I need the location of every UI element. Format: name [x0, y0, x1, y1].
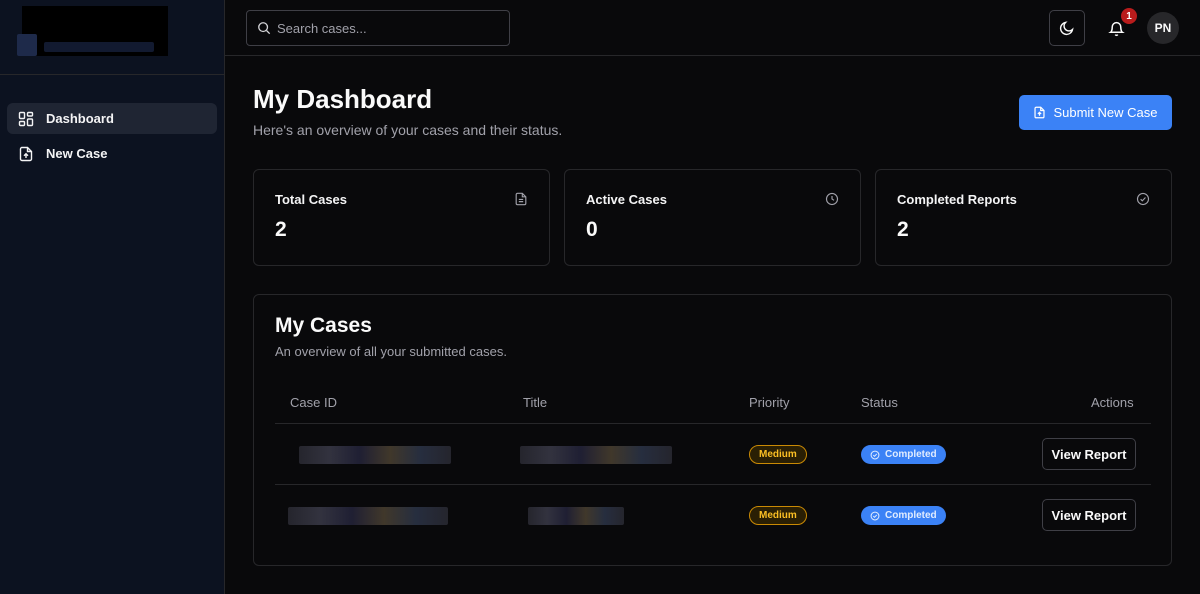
column-header-status[interactable]: Status: [861, 395, 898, 410]
view-report-button[interactable]: View Report: [1042, 438, 1136, 470]
logo-text-redacted: [44, 42, 154, 52]
priority-badge: Medium: [749, 506, 807, 525]
stat-value: 2: [275, 218, 287, 241]
priority-badge: Medium: [749, 445, 807, 464]
sidebar: Dashboard New Case: [0, 0, 225, 594]
status-label: Completed: [885, 449, 937, 460]
search-box[interactable]: [246, 10, 510, 46]
moon-icon: [1059, 21, 1074, 36]
column-header-title[interactable]: Title: [523, 395, 547, 410]
status-badge: Completed: [861, 506, 946, 525]
check-circle-icon: [870, 511, 880, 520]
check-circle-icon: [870, 450, 880, 459]
sidebar-logo-area: [0, 0, 224, 75]
stat-value: 2: [897, 218, 909, 241]
stat-label: Active Cases: [586, 192, 667, 207]
stat-label: Total Cases: [275, 192, 348, 207]
column-header-actions: Actions: [1091, 395, 1134, 410]
table-header: Case ID Title Priority Status Actions: [275, 381, 1151, 424]
search-icon: [258, 22, 271, 35]
sidebar-item-label: Dashboard: [46, 111, 114, 126]
document-icon: [514, 192, 528, 206]
case-title-redacted: [520, 446, 672, 464]
stat-label: Completed Reports: [897, 192, 1017, 207]
table-row[interactable]: Medium Completed View Report: [275, 485, 1151, 546]
stat-value: 0: [586, 218, 598, 241]
topbar: 1 PN: [225, 0, 1200, 56]
app-root: Dashboard New Case Search cases... 1 PN …: [0, 0, 1200, 594]
status-badge: Completed: [861, 445, 946, 464]
theme-toggle-button[interactable]: [1049, 10, 1085, 46]
notification-badge: 1: [1121, 8, 1137, 24]
column-header-case-id[interactable]: Case ID: [290, 395, 337, 410]
case-id-redacted: [288, 507, 448, 525]
case-id-redacted: [299, 446, 451, 464]
cases-title: My Cases: [275, 314, 372, 337]
sidebar-item-dashboard[interactable]: Dashboard: [7, 103, 217, 134]
file-upload-icon: [1034, 106, 1046, 119]
sidebar-item-label: New Case: [46, 146, 108, 161]
stat-card-active-cases: Active Cases 0: [564, 169, 861, 266]
clock-icon: [825, 192, 839, 206]
logo-icon: [17, 34, 37, 56]
submit-button-label: Submit New Case: [1053, 105, 1158, 120]
status-label: Completed: [885, 510, 937, 521]
cases-subtitle: An overview of all your submitted cases.: [275, 344, 507, 359]
stat-card-total-cases: Total Cases 2: [253, 169, 550, 266]
column-header-priority[interactable]: Priority: [749, 395, 789, 410]
submit-new-case-button[interactable]: Submit New Case: [1019, 95, 1172, 130]
case-title-redacted: [528, 507, 624, 525]
table-row[interactable]: Medium Completed View Report: [275, 424, 1151, 485]
check-circle-icon: [1136, 192, 1150, 206]
my-cases-card: My Cases An overview of all your submitt…: [253, 294, 1172, 566]
view-report-button[interactable]: View Report: [1042, 499, 1136, 531]
stat-card-completed-reports: Completed Reports 2: [875, 169, 1172, 266]
cases-table: Case ID Title Priority Status Actions Me…: [275, 381, 1151, 546]
bell-icon: [1107, 21, 1125, 36]
page-subtitle: Here's an overview of your cases and the…: [253, 122, 563, 138]
sidebar-nav: Dashboard New Case: [7, 103, 217, 173]
search-input[interactable]: [277, 20, 497, 36]
page-title: My Dashboard: [253, 84, 433, 114]
sidebar-item-new-case[interactable]: New Case: [7, 138, 217, 169]
dashboard-grid-icon: [18, 111, 34, 127]
file-upload-icon: [18, 146, 34, 162]
avatar[interactable]: PN: [1147, 12, 1179, 44]
